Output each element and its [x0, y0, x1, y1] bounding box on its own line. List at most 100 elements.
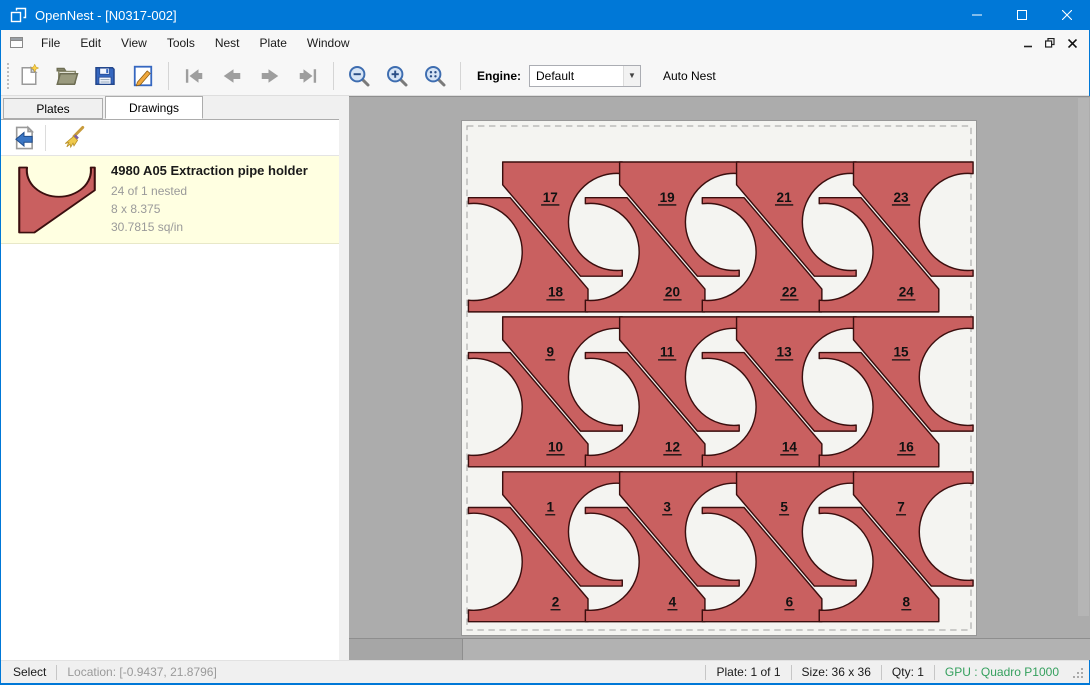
vertical-scrollbar[interactable]: [1078, 98, 1089, 616]
menu-window[interactable]: Window: [297, 31, 360, 55]
previous-arrow-icon: [220, 64, 244, 88]
toolbar-grip[interactable]: [5, 63, 10, 89]
drawing-dimensions: 8 x 8.375: [111, 200, 308, 218]
next-plate-button[interactable]: [253, 60, 287, 92]
part-number-label: 8: [903, 595, 911, 610]
first-plate-button[interactable]: [177, 60, 211, 92]
mdi-minimize-button[interactable]: [1017, 33, 1039, 53]
mdi-restore-icon: [1045, 38, 1055, 48]
new-button[interactable]: [12, 60, 46, 92]
next-arrow-icon: [258, 64, 282, 88]
menu-view[interactable]: View: [111, 31, 157, 55]
zoom-in-icon: [385, 64, 409, 88]
part-number-label: 2: [552, 595, 560, 610]
mdi-child-icon[interactable]: [9, 35, 25, 51]
chevron-down-icon[interactable]: ▼: [623, 66, 640, 86]
main-toolbar: Engine: Default ▼ Auto Nest: [1, 56, 1089, 96]
part-number-label: 16: [899, 440, 915, 455]
titlebar: OpenNest - [N0317-002]: [1, 0, 1089, 30]
menubar: File Edit View Tools Nest Plate Window: [1, 30, 1089, 56]
close-button[interactable]: [1044, 0, 1089, 30]
zoom-out-button[interactable]: [342, 60, 376, 92]
part-number-label: 11: [660, 345, 675, 360]
engine-select[interactable]: Default ▼: [529, 65, 641, 87]
part-number-label: 23: [894, 190, 910, 205]
zoom-out-icon: [347, 64, 371, 88]
menu-nest[interactable]: Nest: [205, 31, 250, 55]
statusbar-separator: [705, 665, 706, 680]
part-number-label: 3: [663, 500, 671, 515]
status-mode: Select: [13, 665, 46, 679]
toolbar-separator: [333, 62, 334, 90]
drawings-panel: 4980 A05 Extraction pipe holder 24 of 1 …: [1, 119, 339, 660]
import-drawing-button[interactable]: [7, 123, 41, 153]
drawing-nested-count: 24 of 1 nested: [111, 182, 308, 200]
menu-plate[interactable]: Plate: [250, 31, 297, 55]
app-icon: [10, 7, 27, 24]
last-plate-button[interactable]: [291, 60, 325, 92]
auto-nest-button[interactable]: Auto Nest: [655, 64, 724, 88]
open-folder-icon: [55, 64, 79, 88]
window-title: OpenNest - [N0317-002]: [35, 8, 177, 23]
part-number-label: 19: [660, 190, 676, 205]
drawing-area: 30.7815 sq/in: [111, 218, 308, 236]
drawing-list-item[interactable]: 4980 A05 Extraction pipe holder 24 of 1 …: [1, 156, 339, 244]
panel-splitter[interactable]: [339, 96, 349, 660]
horizontal-scrollbar[interactable]: [349, 638, 1090, 660]
status-location: Location: [-0.9437, 21.8796]: [67, 665, 216, 679]
import-arrow-icon: [11, 125, 37, 151]
maximize-icon: [1017, 10, 1027, 20]
menu-edit[interactable]: Edit: [70, 31, 111, 55]
status-gpu: GPU : Quadro P1000: [945, 665, 1059, 679]
menu-tools[interactable]: Tools: [157, 31, 205, 55]
statusbar-separator: [56, 665, 57, 680]
status-plate: Plate: 1 of 1: [716, 665, 780, 679]
drawing-title: 4980 A05 Extraction pipe holder: [111, 163, 308, 178]
part-number-label: 10: [548, 440, 563, 455]
menu-file[interactable]: File: [31, 31, 70, 55]
resize-grip[interactable]: [1069, 664, 1085, 680]
horizontal-scrollbar-thumb[interactable]: [349, 639, 463, 661]
nest-plate-svg: 171819202122232491011121314151612345678: [462, 121, 976, 635]
part-number-label: 22: [782, 285, 797, 300]
statusbar-separator: [881, 665, 882, 680]
tab-drawings[interactable]: Drawings: [105, 96, 203, 119]
minimize-button[interactable]: [954, 0, 999, 30]
minimize-icon: [972, 10, 982, 20]
first-arrow-icon: [182, 64, 206, 88]
nest-canvas[interactable]: 171819202122232491011121314151612345678: [349, 96, 1090, 660]
toolbar-separator: [460, 62, 461, 90]
part-number-label: 18: [548, 285, 564, 300]
zoom-in-button[interactable]: [380, 60, 414, 92]
clear-drawings-button[interactable]: [56, 123, 90, 153]
part-number-label: 17: [543, 190, 558, 205]
statusbar: Select Location: [-0.9437, 21.8796] Plat…: [1, 660, 1089, 683]
statusbar-separator: [791, 665, 792, 680]
part-thumbnail: [15, 164, 99, 236]
part-number-label: 5: [780, 500, 788, 515]
mdi-close-button[interactable]: [1061, 33, 1083, 53]
part-number-label: 20: [665, 285, 680, 300]
part-number-label: 14: [782, 440, 798, 455]
broom-icon: [60, 125, 86, 151]
zoom-fit-button[interactable]: [418, 60, 452, 92]
mdi-minimize-icon: [1024, 39, 1033, 48]
open-button[interactable]: [50, 60, 84, 92]
panel-toolbar-separator: [45, 125, 46, 151]
tab-plates[interactable]: Plates: [3, 98, 103, 119]
toolbar-separator: [168, 62, 169, 90]
new-file-icon: [17, 64, 41, 88]
mdi-restore-button[interactable]: [1039, 33, 1061, 53]
save-button[interactable]: [88, 60, 122, 92]
maximize-button[interactable]: [999, 0, 1044, 30]
status-qty: Qty: 1: [892, 665, 924, 679]
previous-plate-button[interactable]: [215, 60, 249, 92]
status-size: Size: 36 x 36: [802, 665, 871, 679]
save-report-button[interactable]: [126, 60, 160, 92]
part-number-label: 4: [669, 595, 677, 610]
drawings-toolbar: [1, 120, 339, 156]
edit-report-icon: [131, 64, 155, 88]
left-tabstrip: Plates Drawings: [1, 96, 349, 119]
part-number-label: 9: [546, 345, 554, 360]
mdi-close-icon: [1068, 39, 1077, 48]
